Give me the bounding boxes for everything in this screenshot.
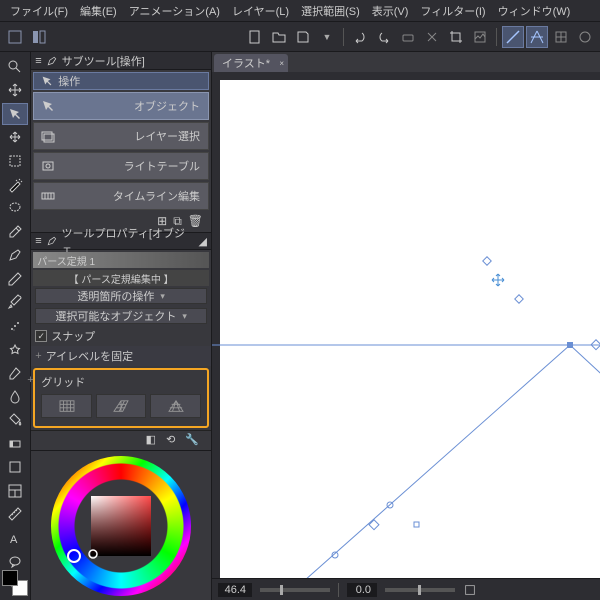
status-bar: 46.4 0.0 — [212, 578, 600, 600]
menu-icon[interactable]: ≡ — [35, 55, 41, 67]
wrench-icon[interactable]: 🔧 — [185, 433, 199, 448]
subtool-list: オブジェクト レイヤー選択 ライトテーブル タイムライン編集 — [31, 92, 211, 212]
zoom-value[interactable]: 46.4 — [218, 583, 252, 597]
subtool-group-header[interactable]: 操作 — [33, 72, 209, 90]
color-wheel-panel — [31, 450, 211, 600]
rotation-slider[interactable] — [385, 588, 455, 592]
snap-perspective-icon[interactable] — [526, 26, 548, 48]
menu-icon[interactable]: ≡ — [35, 235, 41, 247]
close-tab-icon[interactable]: × — [279, 59, 284, 68]
redo-icon[interactable] — [373, 26, 395, 48]
move-icon[interactable] — [2, 80, 28, 102]
tab-label: イラスト* — [222, 55, 270, 71]
canvas[interactable] — [220, 80, 600, 578]
canvas-viewport[interactable] — [212, 72, 600, 578]
gradient-icon[interactable] — [2, 433, 28, 455]
fill-icon[interactable] — [2, 409, 28, 431]
shape-icon[interactable] — [2, 457, 28, 479]
rotation-value[interactable]: 0.0 — [347, 583, 377, 597]
zoom-slider[interactable] — [260, 588, 330, 592]
snap-grid-icon[interactable] — [550, 26, 572, 48]
grid-xz-button[interactable] — [150, 394, 201, 418]
eraser-icon[interactable] — [2, 362, 28, 384]
menu-layer[interactable]: レイヤー(L) — [228, 1, 293, 21]
menu-filter[interactable]: フィルター(I) — [416, 1, 489, 21]
toolbar-icon[interactable] — [28, 26, 50, 48]
material-icon[interactable] — [469, 26, 491, 48]
frame-icon[interactable] — [2, 480, 28, 502]
menu-anim[interactable]: アニメーション(A) — [125, 1, 224, 21]
pencil-icon[interactable] — [2, 268, 28, 290]
tool-property-panel: ≡ ツールプロパティ[オブジェ ◢ パース定規 1 【 パース定規編集中 】 透… — [31, 232, 211, 600]
menu-view[interactable]: 表示(V) — [368, 1, 413, 21]
menu-edit[interactable]: 編集(E) — [76, 1, 121, 21]
subtool-light-table[interactable]: ライトテーブル — [33, 152, 209, 180]
subtool-timeline[interactable]: タイムライン編集 — [33, 182, 209, 210]
text-icon[interactable]: A — [2, 527, 28, 549]
clear-icon[interactable] — [421, 26, 443, 48]
reset-view-icon[interactable] — [463, 583, 477, 597]
canvas-area: イラスト* × 46.4 0.0 — [212, 52, 600, 600]
color-wheel[interactable] — [51, 456, 191, 596]
main-area: A ≡ サブツール[操作] 操作 オブジェクト レイヤー選択 ライトテーブル タ… — [0, 52, 600, 600]
eyelevel-label: アイレベルを固定 — [46, 348, 133, 364]
subtool-object[interactable]: オブジェクト — [33, 92, 209, 120]
property-header: ≡ ツールプロパティ[オブジェ ◢ — [31, 232, 211, 250]
grid-section-highlighted: +グリッド — [33, 368, 209, 428]
undo-icon[interactable] — [349, 26, 371, 48]
toolbar-icon[interactable] — [4, 26, 26, 48]
open-icon[interactable] — [268, 26, 290, 48]
document-tab[interactable]: イラスト* × — [214, 54, 288, 72]
save-icon[interactable] — [292, 26, 314, 48]
color-swatch[interactable] — [2, 570, 28, 596]
ruler-icon[interactable] — [2, 504, 28, 526]
menu-window[interactable]: ウィンドウ(W) — [494, 1, 575, 21]
subtool-group-label: 操作 — [58, 73, 80, 89]
grid-label: グリッド — [41, 377, 85, 389]
tab-bar: イラスト* × — [212, 52, 600, 72]
transparent-operation-dropdown[interactable]: 透明箇所の操作▾ — [35, 288, 207, 304]
eyedropper-icon[interactable] — [2, 221, 28, 243]
property-footer: ◧ ⟲ 🔧 — [31, 430, 211, 450]
expand-icon[interactable]: + — [35, 350, 41, 362]
pen-icon[interactable] — [2, 245, 28, 267]
subtool-panel: ≡ サブツール[操作] 操作 オブジェクト レイヤー選択 ライトテーブル タイム… — [31, 52, 212, 600]
wand-icon[interactable] — [2, 174, 28, 196]
grid-yz-button[interactable] — [96, 394, 147, 418]
snap-checkbox[interactable]: ✓ — [35, 330, 47, 342]
zoom-icon[interactable] — [2, 56, 28, 78]
subtool-layer-select[interactable]: レイヤー選択 — [33, 122, 209, 150]
lasso-icon[interactable] — [2, 197, 28, 219]
subtool-title: サブツール[操作] — [62, 53, 145, 69]
new-icon[interactable] — [244, 26, 266, 48]
erase-icon[interactable] — [397, 26, 419, 48]
blend-icon[interactable] — [2, 386, 28, 408]
menu-bar: ファイル(F) 編集(E) アニメーション(A) レイヤー(L) 選択範囲(S)… — [0, 0, 600, 22]
collapse-icon[interactable]: ◢ — [199, 235, 207, 248]
ruler-name[interactable]: パース定規 1 — [33, 252, 209, 268]
grid-xy-button[interactable] — [41, 394, 92, 418]
svg-text:A: A — [10, 534, 18, 546]
snap-special-icon[interactable] — [574, 26, 596, 48]
marquee-icon[interactable] — [2, 150, 28, 172]
snap-ruler-icon[interactable] — [502, 26, 524, 48]
brush-icon[interactable] — [2, 292, 28, 314]
expand-icon[interactable]: + — [27, 374, 33, 386]
subtool-header: ≡ サブツール[操作] — [31, 52, 211, 70]
menu-file[interactable]: ファイル(F) — [6, 1, 72, 21]
snap-label: スナップ — [51, 328, 95, 344]
reset-icon[interactable]: ⟲ — [166, 433, 175, 448]
dropdown-icon[interactable]: ▼ — [316, 26, 338, 48]
left-toolbar: A — [0, 52, 31, 600]
operation-icon[interactable] — [2, 103, 28, 125]
save-preset-icon[interactable]: ◧ — [146, 433, 156, 448]
selectable-object-dropdown[interactable]: 選択可能なオブジェクト▾ — [35, 308, 207, 324]
editing-label: 【 パース定規編集中 】 — [33, 270, 209, 286]
menu-selection[interactable]: 選択範囲(S) — [297, 1, 364, 21]
deco-icon[interactable] — [2, 339, 28, 361]
crop-icon[interactable] — [445, 26, 467, 48]
airbrush-icon[interactable] — [2, 315, 28, 337]
top-toolbar: ▼ — [0, 22, 600, 52]
layer-move-icon[interactable] — [2, 127, 28, 149]
